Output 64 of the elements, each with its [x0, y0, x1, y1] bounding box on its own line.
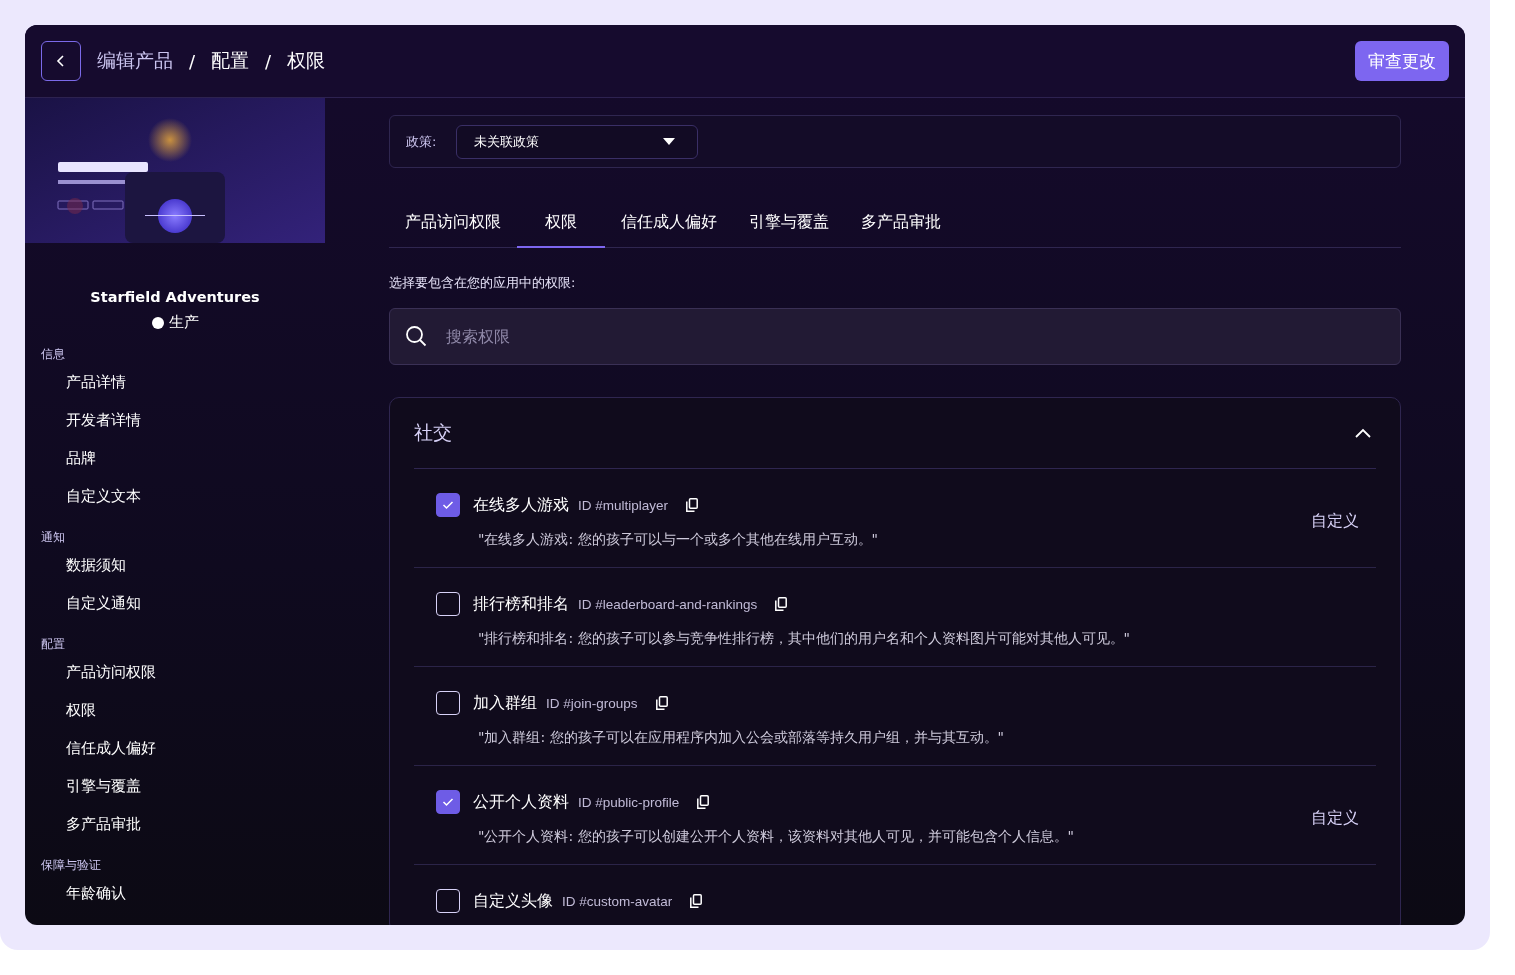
tab[interactable]: 信任成人偏好 [605, 201, 733, 248]
permission-title: 排行榜和排名 [473, 593, 569, 615]
chevron-icon[interactable] [1355, 428, 1371, 438]
dropdown-caret-icon [663, 138, 676, 145]
copy-icon[interactable] [775, 597, 788, 611]
sidebar-section-title: 配置 [40, 637, 66, 651]
sidebar-item[interactable]: 产品详情 [25, 363, 126, 401]
search-field[interactable]: 搜索权限 [389, 308, 1401, 365]
permission-description: "公开个人资料: 您的孩子可以创建公开个人资料，该资料对其他人可见，并可能包含个人信息。" [477, 828, 1076, 846]
checkbox[interactable] [436, 790, 460, 814]
back-button[interactable] [41, 41, 81, 81]
status-label: 生产 [168, 313, 199, 332]
status-dot-icon [151, 316, 164, 329]
copy-icon[interactable] [690, 894, 703, 908]
sidebar-item[interactable]: 引擎与覆盖 [25, 767, 141, 805]
permission-id: ID #join-groups [546, 695, 638, 711]
sidebar-item[interactable]: 年龄确认 [25, 874, 126, 912]
permission-title: 加入群组 [473, 692, 537, 714]
sidebar-item[interactable]: 自定义通知 [25, 584, 141, 622]
permission-title: 自定义头像 [473, 890, 553, 912]
breadcrumb-separator: / [189, 50, 196, 72]
sidebar-section-title: 信息 [40, 347, 66, 361]
tab[interactable]: 权限 [517, 201, 605, 248]
sidebar-section-title: 保障与验证 [40, 858, 102, 872]
sidebar-item[interactable]: 自定义文本 [25, 477, 141, 515]
policy-dropdown[interactable]: 未关联政策 [456, 124, 699, 159]
permission-description: "在线多人游戏: 您的孩子可以与一个或多个其他在线用户互动。" [477, 531, 880, 549]
breadcrumb-item[interactable]: 编辑产品 [97, 48, 173, 74]
group-title: 社交 [414, 420, 452, 445]
copy-icon[interactable] [655, 696, 668, 710]
copy-icon[interactable] [686, 498, 699, 512]
checkbox[interactable] [436, 493, 460, 517]
breadcrumb-item: 权限 [287, 48, 326, 73]
sidebar-item[interactable]: 数据须知 [25, 546, 126, 584]
search-icon [405, 325, 427, 347]
sidebar-item[interactable]: 品牌 [25, 439, 96, 477]
copy-icon[interactable] [697, 795, 710, 809]
permission-description: "排行榜和排名: 您的孩子可以参与竞争性排行榜，其中他们的用户名和个人资料图片可能对其他人可见。" [477, 630, 1132, 648]
permission-title: 在线多人游戏 [473, 494, 569, 516]
permission-id: ID #multiplayer [578, 497, 669, 513]
permission-id: ID #leaderboard-and-rankings [578, 596, 758, 612]
sidebar-item[interactable]: 信任成人偏好 [25, 729, 156, 767]
permission-description: "加入群组: 您的孩子可以在应用程序内加入公会或部落等持久用户组，并与其互动。" [477, 729, 1006, 747]
tab[interactable]: 产品访问权限 [389, 201, 517, 248]
sidebar-section-title: 通知 [40, 530, 66, 544]
instruction-text: 选择要包含在您的应用中的权限: [389, 274, 577, 292]
permission-id: ID #public-profile [578, 794, 680, 810]
review-changes-button[interactable]: 审查更改 [1355, 41, 1449, 81]
tab[interactable]: 多产品审批 [845, 201, 957, 248]
breadcrumb-separator: / [265, 50, 272, 72]
check-icon [442, 797, 454, 807]
permission-id: ID #custom-avatar [562, 893, 673, 909]
customize-link[interactable]: 自定义 [1311, 510, 1359, 532]
policy-label: 政策: [406, 132, 437, 151]
customize-link[interactable]: 自定义 [1311, 807, 1359, 829]
check-icon [442, 500, 454, 510]
product-name: Starfield Adventures [89, 289, 261, 305]
sidebar-item[interactable]: 产品访问权限 [25, 653, 156, 691]
tab[interactable]: 引擎与覆盖 [733, 201, 845, 248]
sidebar-item[interactable]: 开发者详情 [25, 401, 141, 439]
permission-title: 公开个人资料 [473, 791, 569, 813]
breadcrumb-item[interactable]: 配置 [211, 48, 250, 74]
sidebar-item[interactable]: 多产品审批 [25, 805, 141, 843]
sidebar-item[interactable]: 权限 [25, 691, 96, 729]
